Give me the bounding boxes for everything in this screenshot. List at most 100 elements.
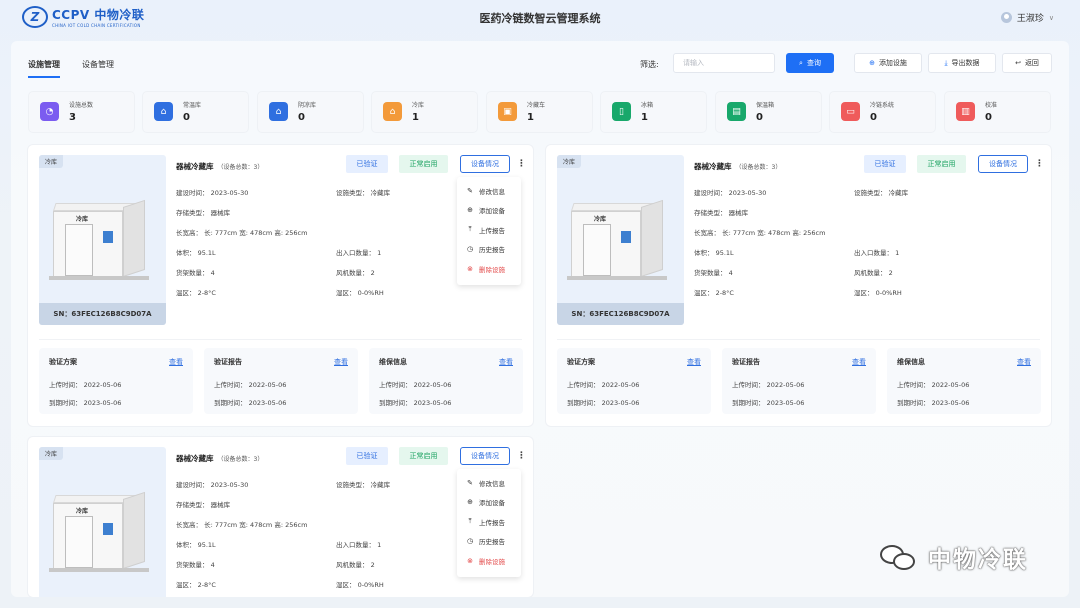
stat-label: 校准	[985, 102, 998, 109]
stat-card-insulated-box[interactable]: ▤ 保温箱 0	[715, 91, 822, 133]
facility-image: 冷库 冷库 SN：63FEC126B8C9D07A	[557, 155, 684, 325]
tab-device-management[interactable]: 设备管理	[82, 59, 114, 78]
serial-number: SN：63FEC126B8C9D07A	[39, 303, 166, 325]
edit-icon: ✎	[467, 186, 473, 195]
warehouse-icon: ⌂	[269, 102, 288, 121]
menu-item-delete-facility[interactable]: ⊗ 删除设施	[457, 259, 521, 278]
menu-item-add-device[interactable]: ⊕ 添加设备	[457, 492, 521, 511]
export-data-button[interactable]: ⤓ 导出数据	[928, 53, 996, 73]
upload-time: 上传时间： 2022-05-06	[897, 381, 970, 389]
menu-item-add-device[interactable]: ⊕ 添加设备	[457, 200, 521, 219]
build-time: 建设时间： 2023-05-30	[176, 189, 249, 197]
stat-value: 0	[183, 112, 190, 123]
sub-title: 验证报告	[214, 358, 242, 366]
stat-value: 1	[527, 112, 534, 123]
stat-label: 冷库	[412, 102, 425, 109]
expire-time: 到期时间： 2023-05-06	[897, 399, 970, 407]
warehouse-icon: ⌂	[154, 102, 173, 121]
humidity-zone: 湿区： 0-0%RH	[336, 289, 384, 297]
upload-time: 上传时间： 2022-05-06	[49, 381, 122, 389]
stat-card-fridge[interactable]: ▯ 冰箱 1	[600, 91, 707, 133]
facility-card: 冷库 冷库 SN：63FEC126B8C9D07A 器械冷藏库 （设备总数：3） …	[28, 145, 533, 426]
truck-icon: ▣	[498, 102, 517, 121]
stat-card-cold-storage[interactable]: ⌂ 冷库 1	[371, 91, 478, 133]
tab-bar: 设施管理 设备管理	[28, 59, 114, 78]
view-link[interactable]: 查看	[1017, 357, 1031, 367]
more-options-icon[interactable]: ⋮	[1035, 159, 1044, 169]
maintenance-info-box: 维保信息 查看 上传时间： 2022-05-06 到期时间： 2023-05-0…	[887, 348, 1041, 414]
search-icon: ⌕	[799, 58, 803, 67]
stat-card-normal-temp[interactable]: ⌂ 常温库 0	[142, 91, 249, 133]
device-count: （设备总数：3）	[217, 456, 264, 463]
menu-item-edit-info[interactable]: ✎ 修改信息	[457, 181, 521, 200]
stat-card-total[interactable]: ◔ 设施总数 3	[28, 91, 135, 133]
room-label: 冷库	[594, 216, 607, 223]
device-count: （设备总数：3）	[217, 164, 264, 171]
storage-type: 存储类型： 器械库	[694, 209, 749, 217]
view-link[interactable]: 查看	[169, 357, 183, 367]
upload-time: 上传时间： 2022-05-06	[379, 381, 452, 389]
menu-item-upload-report[interactable]: ⤒ 上传报告	[457, 512, 521, 531]
expire-time: 到期时间： 2023-05-06	[49, 399, 122, 407]
back-label: 返回	[1024, 59, 1039, 67]
stat-card-calibration[interactable]: ▥ 校准 0	[944, 91, 1051, 133]
back-button[interactable]: ↩ 返回	[1002, 53, 1052, 73]
stat-value: 0	[985, 112, 992, 123]
verified-badge: 已验证	[346, 447, 388, 465]
shelf-count: 货架数量： 4	[694, 269, 733, 277]
add-facility-button[interactable]: ⊕ 添加设施	[854, 53, 922, 73]
query-button[interactable]: ⌕ 查询	[786, 53, 834, 73]
stat-card-cool[interactable]: ⌂ 阴凉库 0	[257, 91, 364, 133]
delete-icon: ⊗	[467, 264, 473, 273]
device-status-button[interactable]: 设备情况	[460, 155, 510, 173]
door-count: 出入口数量： 1	[336, 541, 382, 549]
stat-card-cold-chain-system[interactable]: ▭ 冷链系统 0	[829, 91, 936, 133]
facility-type-tag: 冷库	[39, 155, 64, 168]
tab-facility-management[interactable]: 设施管理	[28, 59, 60, 78]
menu-item-delete-facility[interactable]: ⊗ 删除设施	[457, 551, 521, 570]
menu-item-upload-report[interactable]: ⤒ 上传报告	[457, 220, 521, 239]
menu-item-history-report[interactable]: ◷ 历史报告	[457, 239, 521, 258]
device-status-button[interactable]: 设备情况	[460, 447, 510, 465]
device-count: （设备总数：3）	[735, 164, 782, 171]
facility-name: 器械冷藏库	[176, 162, 214, 171]
view-link[interactable]: 查看	[687, 357, 701, 367]
menu-item-history-report[interactable]: ◷ 历史报告	[457, 531, 521, 550]
more-options-icon[interactable]: ⋮	[517, 159, 526, 169]
box-icon: ▤	[727, 102, 746, 121]
sub-title: 验证方案	[567, 358, 595, 366]
door-count: 出入口数量： 1	[336, 249, 382, 257]
sub-title: 验证报告	[732, 358, 760, 366]
expire-time: 到期时间： 2023-05-06	[732, 399, 805, 407]
room-label: 冷库	[76, 508, 89, 515]
house-icon: ⌂	[383, 102, 402, 121]
more-options-menu: ✎ 修改信息 ⊕ 添加设备 ⤒ 上传报告 ◷ 历史报告 ⊗ 删除设施	[457, 177, 521, 285]
add-facility-label: 添加设施	[878, 59, 907, 67]
user-avatar-icon	[1000, 12, 1012, 23]
fan-count: 风机数量： 2	[336, 561, 375, 569]
build-time: 建设时间： 2023-05-30	[176, 481, 249, 489]
temperature-zone: 温区： 2-8°C	[694, 289, 734, 297]
view-link[interactable]: 查看	[334, 357, 348, 367]
stat-label: 冰箱	[641, 102, 654, 109]
plus-circle-icon: ⊕	[467, 205, 473, 214]
watermark-text: 中物冷联	[928, 547, 1028, 573]
fan-count: 风机数量： 2	[854, 269, 893, 277]
view-link[interactable]: 查看	[499, 357, 513, 367]
dimensions: 长宽高： 长: 777cm 宽: 478cm 高: 256cm	[694, 229, 826, 237]
user-name: 王淑珍	[1016, 14, 1044, 24]
more-options-icon[interactable]: ⋮	[517, 451, 526, 461]
menu-item-edit-info[interactable]: ✎ 修改信息	[457, 473, 521, 492]
search-input[interactable]	[673, 53, 775, 73]
facility-type: 设施类型： 冷藏库	[854, 189, 909, 197]
device-status-button[interactable]: 设备情况	[978, 155, 1028, 173]
verified-badge: 已验证	[346, 155, 388, 173]
view-link[interactable]: 查看	[852, 357, 866, 367]
stat-value: 0	[756, 112, 763, 123]
user-menu[interactable]: 王淑珍 ∨	[1000, 11, 1054, 24]
stat-card-refrigerated-truck[interactable]: ▣ 冷藏车 1	[486, 91, 593, 133]
status-badge: 正常启用	[917, 155, 966, 173]
stat-value: 1	[412, 112, 419, 123]
cold-room-illustration: 冷库	[49, 199, 152, 280]
volume: 体积： 95.1L	[176, 541, 216, 549]
